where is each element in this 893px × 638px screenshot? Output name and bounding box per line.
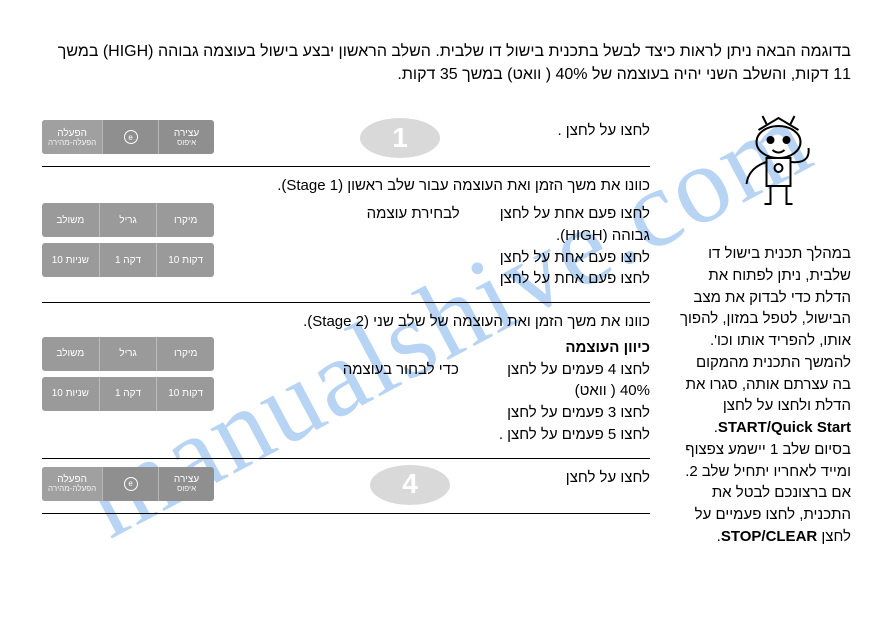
mode-panel-2: משולב גריל מיקרו (42, 337, 214, 371)
steps-area: 1 לחצו על לחצן . הפעלה הפעלה-מהירה e (42, 112, 650, 547)
step-4-text: לחצו על לחצן (566, 469, 650, 486)
step-1-text: לחצו על לחצן . (557, 122, 650, 139)
mode-grill: גריל (99, 203, 157, 237)
time-10s: 10 שניות (42, 243, 99, 277)
stop-clear-label: STOP/CLEAR (721, 528, 817, 545)
step-1: 1 לחצו על לחצן . הפעלה הפעלה-מהירה e (42, 112, 650, 166)
step-2-line4: לחצו פעם אחת על לחצן (500, 268, 650, 290)
time-1m-2: 1 דקה (99, 377, 157, 411)
panel-quick-mid: e (102, 120, 158, 154)
mode-micro: מיקרו (156, 203, 214, 237)
mode-combined-2: משולב (42, 337, 99, 371)
mode-micro-2: מיקרו (156, 337, 214, 371)
sidebar: במהלך תכנית בישול דו שלבית, ניתן לפתוח א… (676, 112, 851, 547)
panel-quick-right-2: עצירה איפוס (158, 467, 214, 501)
step-2-heading: כוונו את משך הזמן ואת העוצמה עבור שלב רא… (277, 177, 650, 194)
step-number-1: 1 (360, 118, 440, 158)
time-10m-2: 10 דקות (156, 377, 214, 411)
eco-icon-2: e (124, 477, 138, 491)
step-2-line1b: לבחירת עוצמה (367, 203, 460, 225)
start-quick-start-label: START/Quick Start (718, 419, 851, 436)
sidebar-text: במהלך תכנית בישול דו שלבית, ניתן לפתוח א… (676, 243, 851, 548)
time-10s-2: 10 שניות (42, 377, 99, 411)
time-10m: 10 דקות (156, 243, 214, 277)
step-number-4: 4 (370, 465, 450, 505)
mode-grill-2: גריל (99, 337, 157, 371)
panel-quick-mid-2: e (102, 467, 158, 501)
eco-icon: e (124, 130, 138, 144)
step-3-line3: לחצו 3 פעמים על לחצן (499, 402, 650, 424)
step-3: כוונו את משך הזמן ואת העוצמה של שלב שני … (42, 302, 650, 458)
step-3-subhead: כיוון העוצמה (240, 337, 650, 359)
step-3-line1b: כדי לבחור בעוצמה (343, 359, 459, 381)
panel-quick-right: עצירה איפוס (158, 120, 214, 154)
step-2-line1a: לחצו פעם אחת על לחצן (500, 203, 650, 225)
panel-quick-left-2: הפעלה הפעלה-מהירה (42, 467, 102, 501)
step-4: 4 לחצו על לחצן הפעלה הפעלה-מהירה e (42, 458, 650, 514)
panel-quick-left: הפעלה הפעלה-מהירה (42, 120, 102, 154)
quick-start-panel: הפעלה הפעלה-מהירה e עצירה איפוס (42, 120, 214, 154)
step-2-line3: לחצו פעם אחת על לחצן (500, 247, 650, 269)
step-3-line2: 40% ( וואט) (499, 380, 650, 402)
quick-start-panel-2: הפעלה הפעלה-מהירה e עצירה איפוס (42, 467, 214, 501)
time-1m: 1 דקה (99, 243, 157, 277)
intro-paragraph: בדוגמה הבאה ניתן לראות כיצד לבשל בתכנית … (42, 40, 851, 86)
page: בדוגמה הבאה ניתן לראות כיצד לבשל בתכנית … (0, 0, 893, 578)
step-2: כוונו את משך הזמן ואת העוצמה עבור שלב רא… (42, 166, 650, 302)
step-3-line1a: לחצו 4 פעמים על לחצן (499, 359, 650, 381)
mode-panel: משולב גריל מיקרו (42, 203, 214, 237)
mascot-icon (726, 112, 831, 222)
mode-combined: משולב (42, 203, 99, 237)
time-panel-2: 10 שניות 1 דקה 10 דקות (42, 377, 214, 411)
step-3-line4: לחצו 5 פעמים על לחצן . (499, 424, 650, 446)
time-panel: 10 שניות 1 דקה 10 דקות (42, 243, 214, 277)
step-2-line2: גבוהה (HIGH). (500, 225, 650, 247)
step-3-heading: כוונו את משך הזמן ואת העוצמה של שלב שני … (303, 313, 650, 330)
